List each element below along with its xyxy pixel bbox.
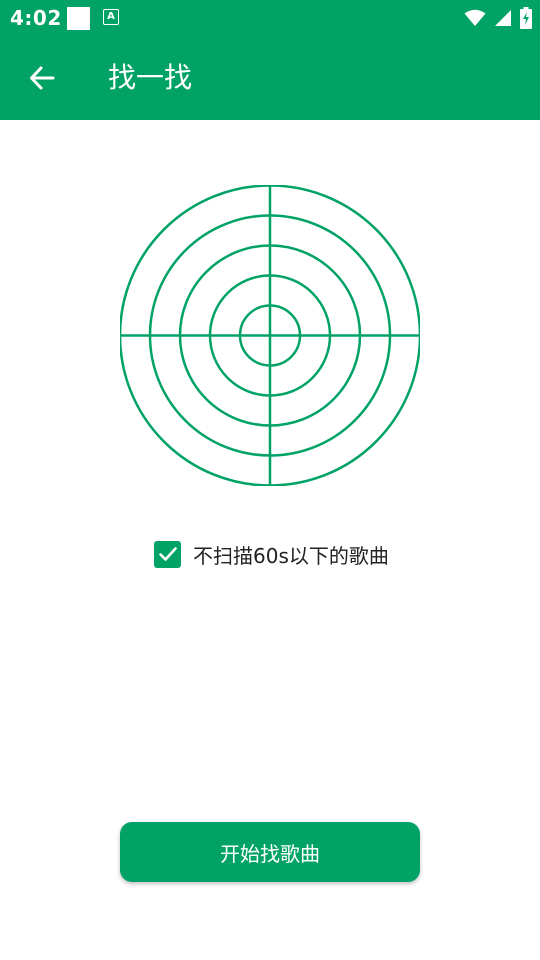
battery-charging-icon — [520, 7, 532, 29]
cell-signal-icon — [495, 10, 511, 26]
back-button[interactable] — [18, 56, 66, 100]
status-time: 4:02 — [10, 6, 62, 30]
arrow-back-icon — [30, 66, 55, 90]
check-icon — [158, 547, 177, 561]
square-notification-icon — [67, 7, 90, 30]
radar-target-icon — [120, 185, 420, 486]
page-title: 找一找 — [108, 61, 193, 94]
find-songs-screen: 4:02 A 找一找 不扫描60s以下的歌曲 开始找歌曲 — [0, 0, 540, 960]
status-icons — [464, 6, 532, 30]
checkbox-checked-icon[interactable] — [154, 540, 181, 568]
wifi-icon — [464, 9, 486, 26]
start-find-songs-button[interactable]: 开始找歌曲 — [120, 822, 420, 882]
skip-short-songs-checkbox[interactable]: 不扫描60s以下的歌曲 — [154, 539, 389, 569]
a-notification-icon: A — [103, 9, 119, 25]
status-bar: 4:02 A — [0, 0, 540, 36]
skip-short-songs-label: 不扫描60s以下的歌曲 — [193, 543, 389, 568]
app-bar: 找一找 — [0, 36, 540, 120]
